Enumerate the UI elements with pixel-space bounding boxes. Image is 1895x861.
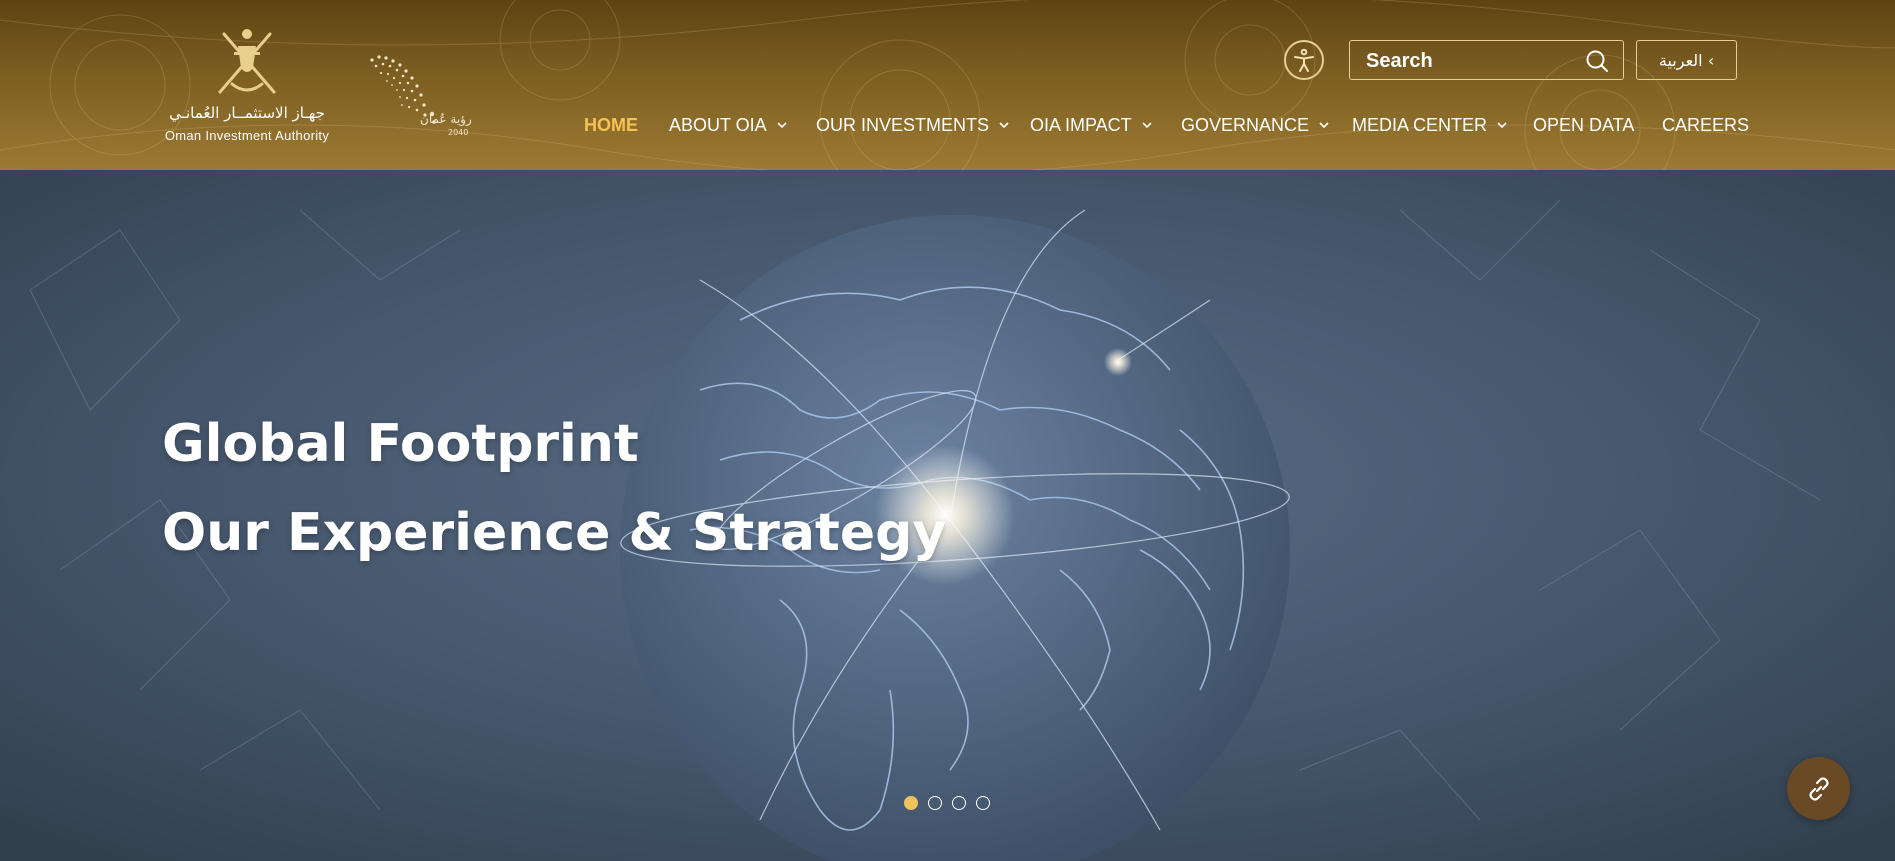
hero-title-line1: Global Footprint xyxy=(162,414,639,474)
nav-item-label: MEDIA CENTER xyxy=(1352,114,1488,135)
nav-item-home[interactable]: HOME xyxy=(584,112,638,138)
nav-item-governance[interactable]: GOVERNANCE xyxy=(1181,112,1329,138)
site-header: جهـاز الاستثمــار العُمانـي Oman Investm… xyxy=(0,0,1895,170)
slider-dots xyxy=(904,796,990,812)
slider-dot-4[interactable] xyxy=(976,796,990,810)
chevron-down-icon xyxy=(1497,122,1507,128)
main-navigation: HOME ABOUT OIA OUR INVESTMENTS OIA IMPAC… xyxy=(0,112,1895,138)
nav-item-media-center[interactable]: MEDIA CENTER xyxy=(1352,112,1507,138)
nav-item-label: OIA IMPACT xyxy=(1030,114,1132,135)
chevron-down-icon xyxy=(999,122,1009,128)
chevron-down-icon xyxy=(1319,122,1329,128)
nav-item-label: OUR INVESTMENTS xyxy=(816,114,990,135)
slider-dot-2[interactable] xyxy=(928,796,942,810)
nav-item-label: GOVERNANCE xyxy=(1181,114,1310,135)
oman-emblem-icon xyxy=(218,29,276,94)
nav-item-oia-impact[interactable]: OIA IMPACT xyxy=(1030,112,1152,138)
slider-dot-1[interactable] xyxy=(904,796,918,810)
language-switch-button[interactable]: العربية ‹ xyxy=(1636,40,1737,80)
accessibility-button[interactable] xyxy=(1284,40,1324,80)
nav-item-open-data[interactable]: OPEN DATA xyxy=(1533,112,1634,138)
search-box[interactable] xyxy=(1349,40,1624,80)
hero-title-line2: Our Experience & Strategy xyxy=(162,503,947,563)
slider-dot-3[interactable] xyxy=(952,796,966,810)
nav-item-careers[interactable]: CAREERS xyxy=(1662,112,1749,138)
search-input[interactable] xyxy=(1364,47,1578,75)
chevron-down-icon xyxy=(1142,122,1152,128)
nav-item-label: CAREERS xyxy=(1662,114,1750,135)
quick-links-button[interactable] xyxy=(1787,757,1850,820)
chevron-down-icon xyxy=(777,122,787,128)
nav-item-label: ABOUT OIA xyxy=(669,114,767,135)
nav-item-about-oia[interactable]: ABOUT OIA xyxy=(669,112,787,138)
link-icon xyxy=(1808,776,1829,801)
accessibility-icon xyxy=(1294,48,1314,72)
nav-item-label: OPEN DATA xyxy=(1533,114,1635,135)
hero-slider: Global Footprint Our Experience & Strate… xyxy=(0,170,1895,861)
search-icon[interactable] xyxy=(1585,49,1609,73)
nav-item-our-investments[interactable]: OUR INVESTMENTS xyxy=(816,112,1009,138)
nav-item-label: HOME xyxy=(584,114,638,135)
